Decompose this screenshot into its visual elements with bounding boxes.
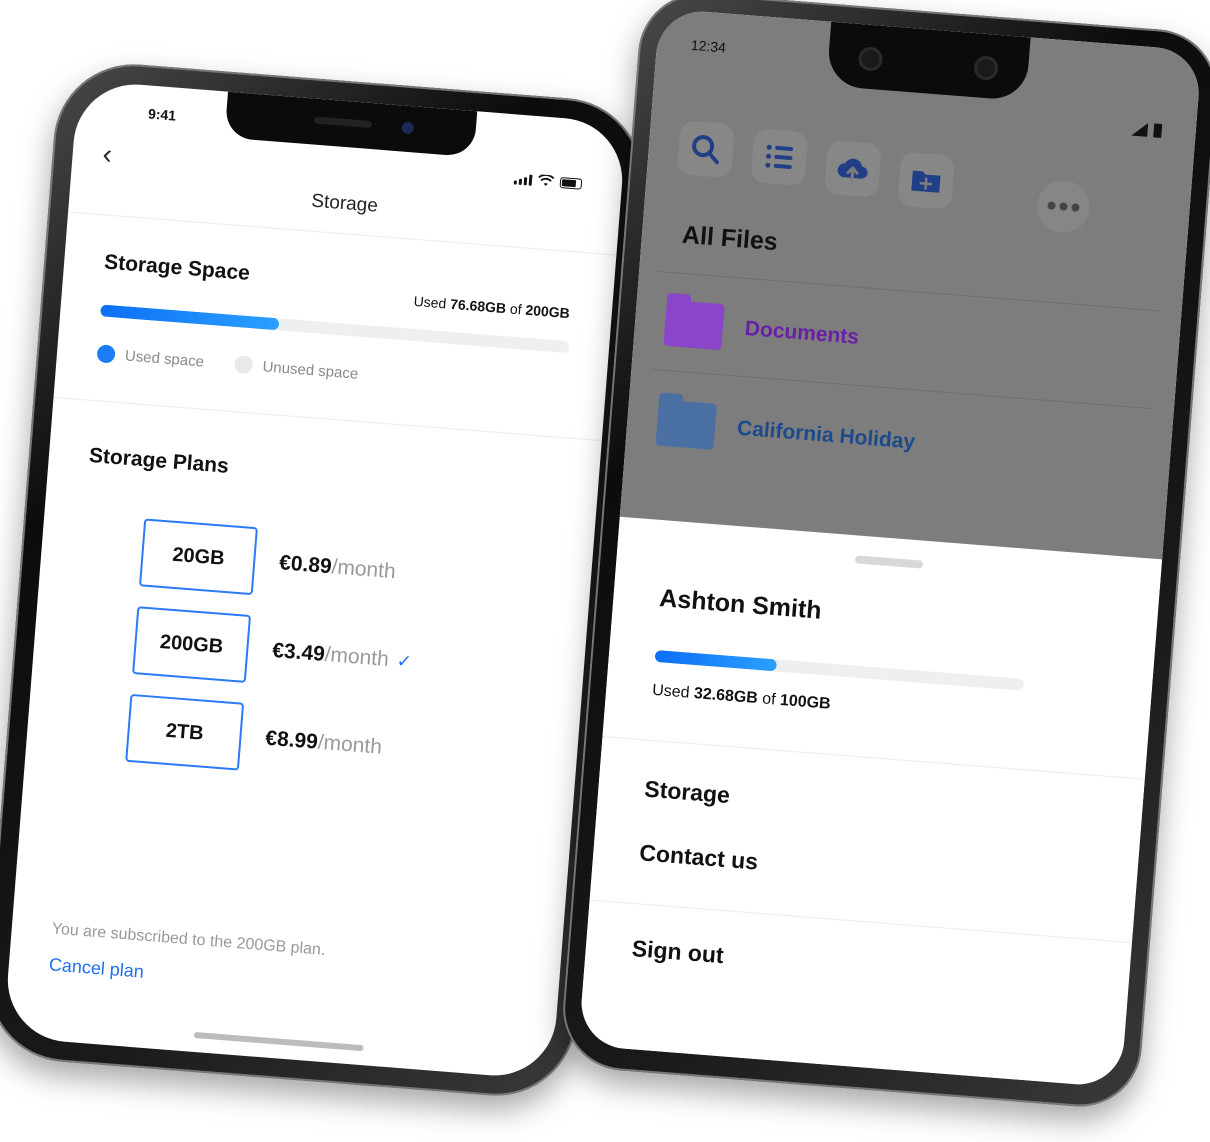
plan-row[interactable]: 200GB €3.49/month ✓ [132,606,414,696]
total-amount: 200GB [524,301,571,322]
plan-price-amount: €3.49 [271,638,326,666]
storage-progress-fill [100,304,280,331]
legend-used: Used space [96,344,205,371]
files-divider [651,368,1154,410]
front-camera-icon [401,121,415,135]
cloud-upload-icon[interactable] [823,139,882,198]
plan-price-period: /month [316,730,383,759]
search-icon[interactable] [676,120,735,179]
of-word: of [509,300,523,318]
menu-item-sign-out[interactable]: Sign out [631,935,725,969]
used-amount: 76.68GB [449,295,507,317]
plan-size-box[interactable]: 200GB [132,606,252,683]
home-indicator [193,1031,364,1052]
speaker-icon [313,116,373,129]
more-icon[interactable] [1035,178,1092,235]
of-word: of [761,690,777,709]
plan-price-period: /month [330,555,397,584]
plan-size-box[interactable]: 20GB [138,518,258,596]
status-time: 12:34 [690,36,727,56]
menu-item-storage[interactable]: Storage [643,776,731,810]
status-icons [513,172,583,190]
signal-icon [1131,122,1149,137]
file-name: Documents [744,316,860,349]
storage-screen: 9:41 ‹ Storage Storage Space Used 76.68G… [3,79,627,1081]
account-storage-progress-fill [654,649,778,672]
storage-used-text: Used 76.68GB of 200GB [413,293,570,321]
new-folder-icon[interactable] [897,151,956,210]
battery-icon [1153,123,1163,139]
user-name: Ashton Smith [658,584,823,625]
dimmed-background: 12:34 All Files Documents California Hol… [618,8,1203,570]
file-row[interactable]: Documents [663,299,860,361]
plan-price: €8.99/month [264,726,383,760]
front-camera-icon [857,46,884,72]
account-storage-progress-bar [654,649,1025,691]
status-icons [1131,122,1163,139]
used-prefix: Used [651,681,691,702]
section-divider [53,396,602,442]
sheet-divider [589,899,1132,944]
used-prefix: Used [413,292,447,312]
cancel-plan-link[interactable]: Cancel plan [48,954,144,982]
subscription-text: You are subscribed to the 200GB plan. [51,920,326,959]
legend-used-label: Used space [124,346,205,371]
files-screen: 12:34 All Files Documents California Hol… [578,8,1203,1088]
total-amount: 100GB [779,691,832,713]
storage-plans-title: Storage Plans [88,443,230,478]
plan-row[interactable]: 2TB €8.99/month [125,693,384,782]
plan-row[interactable]: 20GB €0.89/month [138,518,398,606]
legend-unused: Unused space [233,355,359,383]
plan-price-amount: €0.89 [278,551,333,579]
android-phone: 12:34 All Files Documents California Hol… [558,0,1210,1112]
sheet-drag-handle[interactable] [854,555,924,569]
file-name: California Holiday [736,416,916,454]
plan-price-period: /month [323,643,390,671]
front-camera-icon [973,55,1000,81]
document-folder-icon [663,299,725,351]
plan-price-amount: €8.99 [264,726,319,754]
storage-space-title: Storage Space [103,250,251,285]
plan-price: €3.49/month [271,639,389,672]
signal-icon [513,173,533,186]
plan-price: €0.89/month [278,551,396,584]
legend-unused-label: Unused space [261,357,359,383]
menu-item-contact[interactable]: Contact us [638,839,759,875]
all-files-title: All Files [680,220,779,257]
battery-icon [559,177,583,190]
file-row[interactable]: California Holiday [655,399,916,465]
selected-check-icon: ✓ [395,650,413,672]
account-used-text: Used 32.68GB of 100GB [652,682,832,714]
sheet-divider [602,736,1145,780]
used-dot-icon [96,344,116,364]
wifi-icon [538,174,555,186]
unused-dot-icon [233,355,254,375]
used-amount: 32.68GB [693,685,759,708]
back-chevron-icon[interactable]: ‹ [102,138,114,170]
ios-phone: 9:41 ‹ Storage Storage Space Used 76.68G… [0,58,649,1102]
status-time: 9:41 [147,105,177,124]
camera-folder-icon [655,399,717,450]
account-bottom-sheet: Ashton Smith Used 32.68GB of 100GB Stora… [578,516,1163,1088]
list-icon[interactable] [750,128,809,187]
plan-size-box[interactable]: 2TB [125,693,245,771]
